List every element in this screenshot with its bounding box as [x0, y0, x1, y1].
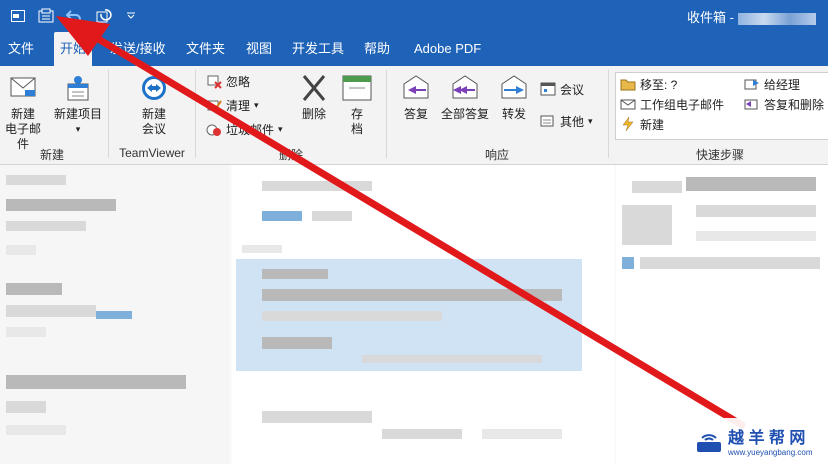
reply-all-icon — [449, 72, 481, 104]
tab-view[interactable]: 视图 — [240, 32, 278, 66]
tab-adobe-pdf[interactable]: Adobe PDF — [408, 32, 487, 66]
delete-button[interactable]: 删除 — [296, 72, 332, 122]
meeting-reply-button[interactable]: 会议 — [540, 80, 584, 98]
clean-up-button[interactable]: 清理 ▾ — [206, 96, 259, 114]
divider — [608, 70, 609, 158]
move-folder-icon — [620, 76, 636, 92]
watermark-badge: 越 羊 帮 网 www.yueyangbang.com — [686, 418, 828, 464]
tab-send-receive[interactable]: 发送/接收 — [104, 32, 172, 66]
forward-to-manager-icon — [744, 76, 760, 92]
more-respond-icon — [540, 113, 556, 129]
divider — [195, 70, 196, 158]
customize-toolbar-chevron-icon[interactable] — [124, 6, 138, 26]
window-title: 收件箱 - — [687, 7, 816, 26]
forward-button[interactable]: 转发 — [496, 72, 532, 122]
ignore-button[interactable]: 忽略 — [206, 72, 250, 90]
quick-steps-gallery: 移至: ? 给经理 工作组电子邮件 答复和删除 新建 — [615, 72, 828, 140]
watermark-url: www.yueyangbang.com — [728, 448, 813, 457]
new-email-button[interactable]: 新建 电子邮件 — [0, 72, 46, 152]
watermark-site-name: 越 羊 帮 网 — [728, 430, 806, 447]
group-label-quick-steps: 快速步骤 — [695, 148, 744, 162]
group-label-respond: 响应 — [484, 148, 509, 162]
new-email-icon — [7, 72, 39, 104]
new-items-icon — [62, 72, 94, 104]
tab-folder[interactable]: 文件夹 — [180, 32, 231, 66]
junk-email-icon — [206, 121, 222, 137]
quick-step-create-new[interactable]: 新建 — [620, 115, 664, 133]
quick-step-reply-delete[interactable]: 答复和删除 — [744, 95, 824, 113]
quick-step-move-to[interactable]: 移至: ? — [620, 75, 677, 93]
group-label-new: 新建 — [39, 148, 64, 162]
archive-button[interactable]: 存 档 — [340, 72, 374, 137]
reply-icon — [400, 72, 432, 104]
divider — [386, 70, 387, 158]
team-email-icon — [620, 96, 636, 112]
tab-help[interactable]: 帮助 — [358, 32, 396, 66]
router-logo-icon — [697, 434, 721, 452]
undo-icon[interactable] — [64, 6, 84, 26]
clean-up-icon — [206, 97, 222, 113]
tab-home[interactable]: 开始 — [54, 32, 93, 66]
reply-all-button[interactable]: 全部答复 — [438, 72, 492, 122]
ribbon: 新建 电子邮件 新建项目 ▾ 新建 新建 会议 TeamViewer 忽略 清理… — [0, 66, 828, 165]
ribbon-tab-bar: 文件 开始 发送/接收 文件夹 视图 开发工具 帮助 Adobe PDF — [0, 32, 828, 66]
lightning-icon — [620, 116, 636, 132]
message-list[interactable] — [232, 165, 614, 464]
quick-step-to-manager[interactable]: 给经理 — [744, 75, 800, 93]
reply-button[interactable]: 答复 — [398, 72, 434, 122]
outlook-window-icon[interactable] — [8, 6, 28, 26]
new-meeting-button[interactable]: 新建 会议 — [126, 72, 182, 137]
meeting-icon — [540, 81, 556, 97]
watermark-big-text: 路由器 — [580, 396, 701, 437]
delete-x-icon — [298, 72, 330, 104]
quick-step-team-email[interactable]: 工作组电子邮件 — [620, 95, 724, 113]
refresh-icon[interactable] — [94, 6, 114, 26]
title-bar: 收件箱 - — [0, 0, 828, 32]
archive-icon — [341, 72, 373, 104]
forward-icon — [498, 72, 530, 104]
divider — [108, 70, 109, 158]
ignore-icon — [206, 73, 222, 89]
send-receive-all-icon[interactable] — [36, 6, 56, 26]
junk-email-button[interactable]: 垃圾邮件 ▾ — [206, 120, 283, 138]
group-label-delete: 删除 — [278, 148, 303, 162]
folder-pane[interactable] — [0, 165, 230, 464]
tab-file[interactable]: 文件 — [2, 32, 40, 66]
tab-developer[interactable]: 开发工具 — [286, 32, 350, 66]
teamviewer-icon — [138, 72, 170, 104]
more-respond-button[interactable]: 其他 ▾ — [540, 112, 593, 130]
group-label-teamviewer: TeamViewer — [119, 146, 185, 160]
new-items-button[interactable]: 新建项目 ▾ — [50, 72, 106, 137]
reply-delete-icon — [744, 96, 760, 112]
